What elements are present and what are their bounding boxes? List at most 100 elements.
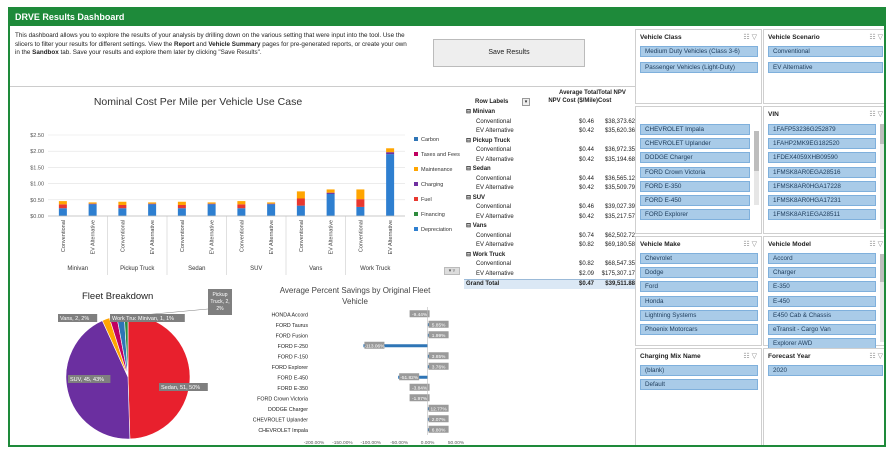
pivot-row[interactable]: ⊟ Work Truck: [464, 251, 636, 261]
slicer-item[interactable]: E-450: [768, 295, 876, 307]
vehicle-model-list-slicer[interactable]: CHEVROLET Impala CHEVROLET Uplander DODGE …: [635, 106, 762, 234]
slicer-item[interactable]: FORD Explorer: [640, 209, 750, 221]
pivot-row[interactable]: ⊟ SUV: [464, 194, 636, 204]
slicer-item[interactable]: Default: [640, 379, 758, 390]
bar-segment[interactable]: [177, 204, 186, 209]
slicer-item[interactable]: E450 Cab & Chassis: [768, 309, 876, 321]
bar-segment[interactable]: [326, 189, 335, 193]
slicer-item[interactable]: FORD E-350: [640, 180, 750, 192]
bar-segment[interactable]: [118, 204, 127, 209]
legend-label[interactable]: Charging: [421, 182, 443, 188]
bar-segment[interactable]: [88, 204, 97, 216]
scrollbar[interactable]: [880, 254, 884, 342]
bar-segment[interactable]: [58, 204, 67, 209]
bar-segment[interactable]: [296, 198, 305, 206]
multiselect-clear-filter-icon[interactable]: ☷ ▽: [869, 110, 883, 118]
vehicle-model-slicer[interactable]: Vehicle Model ☷ ▽ Accord Charger E-350 E-45…: [763, 236, 884, 350]
cost-per-mile-chart[interactable]: Nominal Cost Per Mile per Vehicle Use Ca…: [12, 89, 464, 277]
scrollbar[interactable]: [754, 131, 759, 205]
bar-segment[interactable]: [267, 203, 276, 205]
slicer-item[interactable]: Chevrolet: [640, 253, 758, 264]
slicer-item[interactable]: 1FMSK8AR0HGA17228: [768, 180, 876, 192]
slicer-item[interactable]: Passenger Vehicles (Light-Duty): [640, 62, 758, 73]
pivot-row[interactable]: Conventional $0.44 $36,972.35: [464, 146, 636, 156]
legend-label[interactable]: Financing: [421, 212, 445, 218]
vehicle-make-slicer[interactable]: Vehicle Make ☷ ▽ Chevrolet Dodge Ford Honda…: [635, 236, 762, 346]
slicer-item[interactable]: eTransit - Cargo Van: [768, 324, 876, 335]
multiselect-clear-filter-icon[interactable]: ☷ ▽: [743, 240, 757, 248]
pivot-row[interactable]: Grand Total $0.47 $39,511.88: [464, 279, 636, 289]
pivot-row[interactable]: Conventional $0.46 $38,373.62: [464, 118, 636, 128]
bar-segment[interactable]: [207, 204, 216, 216]
pivot-row[interactable]: Conventional $0.46 $39,027.39: [464, 203, 636, 213]
vin-slicer[interactable]: VIN ☷ ▽ 1FAFP53236G252879 1FAHP2MK9EG1825…: [763, 106, 884, 234]
pivot-row[interactable]: Conventional $0.44 $36,565.12: [464, 175, 636, 185]
scrollbar-thumb[interactable]: [880, 254, 884, 282]
scrollbar[interactable]: [880, 124, 884, 229]
slicer-item[interactable]: DODGE Charger: [640, 152, 750, 164]
bar-segment[interactable]: [177, 208, 186, 216]
pivot-row[interactable]: EV Alternative $0.42 $35,217.57: [464, 213, 636, 223]
pivot-filter-dropdown[interactable]: ▾: [522, 98, 530, 106]
bar-segment[interactable]: [386, 148, 395, 153]
scrollbar-thumb[interactable]: [754, 131, 759, 171]
bar-segment[interactable]: [267, 202, 276, 204]
slicer-item[interactable]: EV Alternative: [768, 62, 883, 73]
pivot-row[interactable]: ⊟ Sedan: [464, 165, 636, 175]
legend-label[interactable]: Maintenance: [421, 167, 453, 173]
bar-segment[interactable]: [237, 204, 246, 209]
slicer-item[interactable]: 1FMSK8AR0HGA17231: [768, 195, 876, 206]
vehicle-class-slicer[interactable]: Vehicle Class ☷ ▽ Medium Duty Vehicles (…: [635, 29, 762, 104]
multiselect-clear-filter-icon[interactable]: ☷ ▽: [743, 352, 757, 360]
pivot-row[interactable]: EV Alternative $0.42 $35,620.36: [464, 127, 636, 137]
bar-segment[interactable]: [296, 205, 305, 216]
vehicle-scenario-slicer[interactable]: Vehicle Scenario ☷ ▽ Conventional EV Alt…: [763, 29, 884, 104]
fleet-breakdown-chart[interactable]: Fleet Breakdown Sedan, 51, 50% SUV, 45, 4…: [12, 279, 242, 445]
bar-segment[interactable]: [58, 208, 67, 216]
slicer-item[interactable]: Lightning Systems: [640, 309, 758, 321]
slicer-item[interactable]: 1FMSK8AR1EGA28511: [768, 209, 876, 221]
multiselect-clear-filter-icon[interactable]: ☷ ▽: [869, 33, 883, 41]
bar-segment[interactable]: [237, 208, 246, 216]
legend-label[interactable]: Fuel: [421, 197, 432, 203]
multiselect-clear-filter-icon[interactable]: ☷ ▽: [869, 240, 883, 248]
bar-segment[interactable]: [386, 152, 395, 155]
slicer-item[interactable]: CHEVROLET Uplander: [640, 138, 750, 150]
bar-segment[interactable]: [177, 201, 186, 205]
bar-segment[interactable]: [356, 189, 365, 200]
multiselect-clear-filter-icon[interactable]: ☷ ▽: [743, 33, 757, 41]
pivot-row[interactable]: EV Alternative $2.09 $175,307.17: [464, 270, 636, 280]
pivot-row[interactable]: EV Alternative $0.42 $35,509.79: [464, 184, 636, 194]
legend-label[interactable]: Depreciation: [421, 227, 452, 233]
bar-segment[interactable]: [148, 203, 157, 205]
scrollbar-thumb[interactable]: [880, 124, 884, 144]
bar-segment[interactable]: [207, 203, 216, 205]
pivot-row[interactable]: EV Alternative $0.82 $69,180.58: [464, 241, 636, 251]
pivot-row[interactable]: ⊟ Pickup Truck: [464, 137, 636, 147]
pivot-row[interactable]: Conventional $0.74 $62,502.72: [464, 232, 636, 242]
slicer-item[interactable]: 1FAFP53236G252879: [768, 124, 876, 135]
bar-segment[interactable]: [356, 206, 365, 216]
slicer-item[interactable]: CHEVROLET Impala: [640, 124, 750, 135]
bar-segment[interactable]: [88, 203, 97, 205]
slicer-item[interactable]: FORD E-450: [640, 195, 750, 206]
bar-segment[interactable]: [118, 208, 127, 216]
bar-segment[interactable]: [386, 154, 395, 216]
slicer-item[interactable]: Medium Duty Vehicles (Class 3-6): [640, 46, 758, 57]
forecast-year-slicer[interactable]: Forecast Year ☷ ▽ 2020: [763, 348, 884, 445]
bar-segment[interactable]: [207, 202, 216, 204]
slicer-item[interactable]: 1FAHP2MK9EG182520: [768, 138, 876, 150]
bar-segment[interactable]: [326, 192, 335, 194]
slicer-item[interactable]: Charger: [768, 267, 876, 279]
slicer-item[interactable]: Honda: [640, 295, 758, 307]
slicer-item[interactable]: Conventional: [768, 46, 883, 57]
slicer-item[interactable]: (blank): [640, 365, 758, 376]
slicer-item[interactable]: 1FDEX4059XHB09590: [768, 152, 876, 164]
multiselect-clear-filter-icon[interactable]: ☷ ▽: [869, 352, 883, 360]
pivot-row[interactable]: ⊟ Vans: [464, 222, 636, 232]
charging-mix-slicer[interactable]: Charging Mix Name ☷ ▽ (blank) Default: [635, 348, 762, 445]
slicer-item[interactable]: Phoenix Motorcars: [640, 324, 758, 335]
slicer-item[interactable]: FORD Crown Victoria: [640, 166, 750, 178]
slicer-item[interactable]: Ford: [640, 281, 758, 293]
savings-chart[interactable]: Average Percent Savings by Original Flee…: [242, 279, 464, 445]
